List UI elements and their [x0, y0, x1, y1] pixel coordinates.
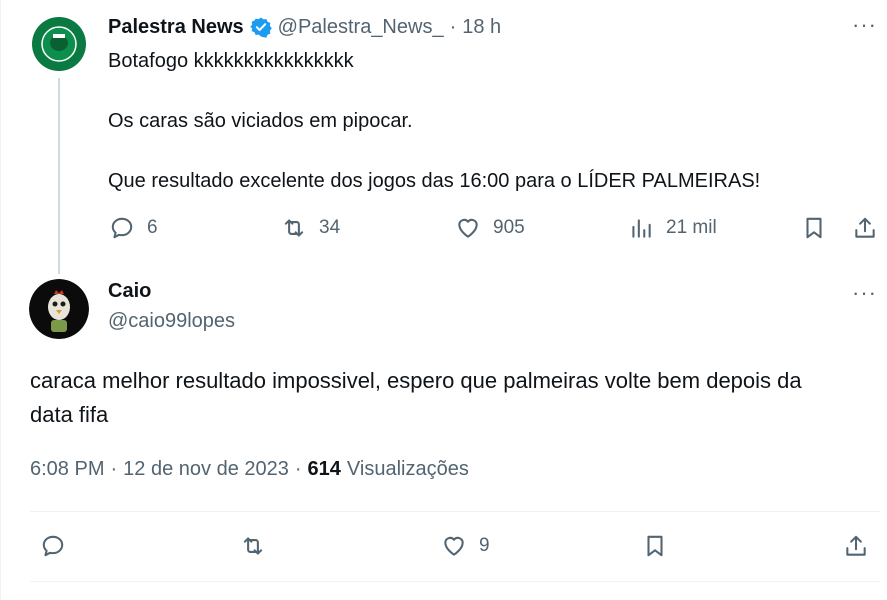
views-icon	[632, 219, 651, 238]
separator-dot: ·	[449, 15, 457, 38]
share-button[interactable]	[852, 215, 878, 241]
divider-top	[30, 511, 880, 512]
reply-icon	[111, 217, 133, 239]
retweet-icon	[243, 537, 263, 555]
reply-views-count: 614	[307, 458, 341, 480]
bookmark-icon	[806, 217, 822, 239]
divider-bottom	[30, 581, 880, 582]
retweet-button[interactable]: 34	[281, 215, 340, 241]
parent-time-ago[interactable]: 18 h	[462, 16, 501, 39]
thread-connector-line	[58, 78, 60, 274]
reply-icon	[42, 535, 64, 557]
views-count: 21 mil	[666, 217, 717, 238]
palestra-news-avatar[interactable]	[29, 14, 89, 74]
reply-author-handle[interactable]: @caio99lopes	[108, 310, 235, 333]
like-icon	[444, 536, 464, 556]
reply-author-name[interactable]: Caio	[108, 280, 151, 303]
reply-count: 6	[147, 217, 158, 238]
reply-date[interactable]: 12 de nov de 2023	[123, 458, 289, 481]
meta-dot: ·	[294, 458, 302, 480]
caio-avatar[interactable]	[29, 279, 89, 339]
reply-share-button[interactable]	[843, 533, 869, 559]
like-icon	[458, 218, 478, 238]
reply-time[interactable]: 6:08 PM	[30, 458, 104, 481]
reply-retweet-button[interactable]	[240, 533, 266, 559]
parent-author-row: Palestra News @Palestra_News_ · 18 h	[108, 12, 501, 42]
reply-more-icon[interactable]: ···	[852, 280, 877, 306]
share-icon	[855, 217, 875, 238]
parent-more-icon[interactable]: ···	[852, 12, 877, 38]
parent-author-name[interactable]: Palestra News	[108, 16, 244, 39]
retweet-icon	[284, 219, 304, 237]
reply-tweet-text: caraca melhor resultado impossivel, espe…	[30, 368, 808, 427]
reply-reply-button[interactable]	[40, 533, 66, 559]
like-count: 905	[493, 217, 525, 238]
parent-author-handle[interactable]: @Palestra_News_	[278, 16, 444, 39]
left-border	[0, 0, 1, 600]
bookmark-icon	[647, 535, 663, 557]
reply-bookmark-button[interactable]	[642, 533, 668, 559]
reply-views-label[interactable]: Visualizações	[347, 458, 469, 481]
like-button[interactable]: 905	[455, 215, 525, 241]
reply-like-button[interactable]: 9	[441, 533, 490, 559]
reply-like-count: 9	[479, 535, 490, 556]
reply-button[interactable]: 6	[109, 215, 158, 241]
verified-badge-icon	[249, 17, 272, 38]
bookmark-button[interactable]	[801, 215, 827, 241]
meta-dot: ·	[110, 458, 118, 480]
share-icon	[846, 535, 866, 556]
retweet-count: 34	[319, 217, 341, 238]
views-button[interactable]: 21 mil	[628, 215, 717, 241]
reply-meta-row: 6:08 PM · 12 de nov de 2023 · 614 Visual…	[30, 458, 469, 481]
parent-tweet-text: Botafogo kkkkkkkkkkkkkkkk Os caras são v…	[108, 50, 761, 192]
